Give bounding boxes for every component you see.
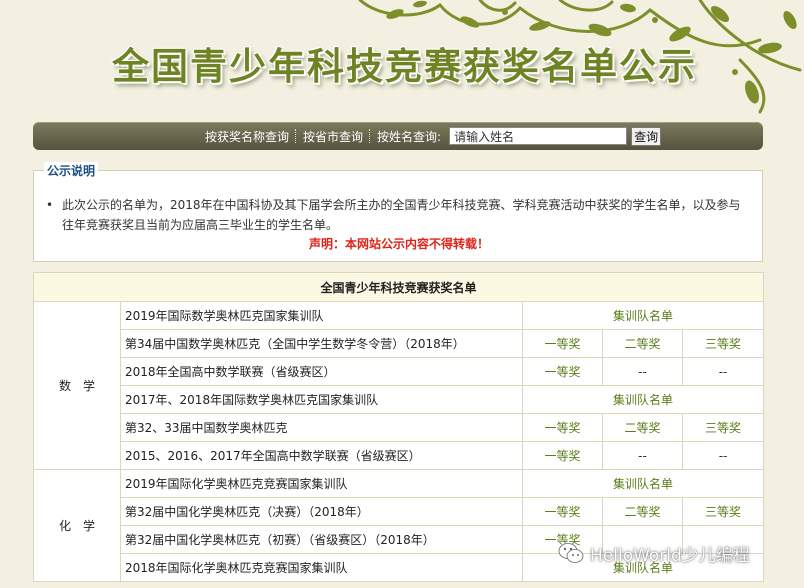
subject-cell: 数学 — [33, 301, 121, 470]
table-header-row: 全国青少年科技竞赛获奖名单 — [32, 272, 765, 302]
award-level-link-1[interactable]: 一等奖 — [522, 497, 603, 526]
wechat-icon — [558, 543, 584, 563]
awards-table: 全国青少年科技竞赛获奖名单 数学 2019年国际数学奥林匹克国家集训队 集训队名单第… — [32, 272, 765, 582]
notice-body: • 此次公示的名单为，2018年在中国科协及其下届学会所主办的全国青少年科技竞赛… — [46, 195, 746, 235]
award-level-link-2[interactable]: 二等奖 — [602, 329, 683, 358]
award-level-link-1[interactable]: 一等奖 — [522, 329, 603, 358]
competition-name: 第32届中国化学奥林匹克（决赛）（2018年） — [120, 497, 523, 526]
award-level-link-3[interactable]: 三等奖 — [681, 329, 765, 358]
competition-name: 第34届中国数学奥林匹克（全国中学生数学冬令营）（2018年） — [120, 329, 523, 358]
table-row: 化学 2019年国际化学奥林匹克竞赛国家集训队 集训队名单 — [33, 469, 765, 582]
search-bar: 按获奖名称查询 按省市查询 按姓名查询: 查询 — [33, 122, 763, 150]
table-row: 数学 2019年国际数学奥林匹克国家集训队 集训队名单 — [33, 301, 765, 470]
competition-name: 2018年全国高中数学联赛（省级赛区） — [120, 357, 523, 386]
subject-cell: 化学 — [33, 469, 121, 582]
award-level-link-1[interactable]: 一等奖 — [522, 413, 603, 442]
competition-name: 2019年国际化学奥林匹克竞赛国家集训队 — [120, 469, 523, 498]
watermark-text: HelloWorld少儿编程 — [590, 545, 750, 566]
name-query-label: 按姓名查询: — [377, 129, 442, 144]
team-list-link[interactable]: 集训队名单 — [521, 301, 765, 330]
table-header: 全国青少年科技竞赛获奖名单 — [32, 272, 765, 302]
table-row: 2017年、2018年国际数学奥林匹克国家集训队 集训队名单 — [34, 385, 765, 414]
competition-name: 第32届中国化学奥林匹克（初赛）（省级赛区）（2018年） — [120, 525, 523, 554]
competition-name: 2018年国际化学奥林匹克竞赛国家集训队 — [120, 553, 523, 582]
team-list-link[interactable]: 集训队名单 — [521, 469, 765, 498]
search-links: 按获奖名称查询 按省市查询 按姓名查询: 查询 — [205, 122, 662, 150]
award-level-link-1[interactable]: 一等奖 — [522, 357, 603, 386]
award-level-link-2[interactable]: 二等奖 — [602, 497, 683, 526]
award-level-link-1[interactable]: 一等奖 — [522, 441, 603, 470]
name-search-input[interactable] — [449, 127, 628, 145]
table-row: 第34届中国数学奥林匹克（全国中学生数学冬令营）（2018年） 一等奖 二等奖 三等奖 — [34, 329, 765, 358]
empty-cell: -- — [681, 357, 765, 386]
separator — [369, 129, 371, 143]
award-level-link-2[interactable]: 二等奖 — [602, 413, 683, 442]
query-by-award-link[interactable]: 按获奖名称查询 — [205, 128, 289, 145]
bullet-icon: • — [46, 198, 54, 212]
competition-name: 2015、2016、2017年全国高中数学联赛（省级赛区） — [120, 441, 523, 470]
query-by-city-link[interactable]: 按省市查询 — [303, 128, 363, 145]
notice-text: 此次公示的名单为，2018年在中国科协及其下届学会所主办的全国青少年科技竞赛、学… — [62, 198, 741, 232]
empty-cell: -- — [602, 441, 683, 470]
competition-name: 2017年、2018年国际数学奥林匹克国家集训队 — [120, 385, 523, 414]
competition-name: 第32、33届中国数学奥林匹克 — [120, 413, 523, 442]
watermark: HelloWorld少儿编程 — [558, 538, 750, 568]
reprint-warning: 声明：本网站公示内容不得转载！ — [308, 237, 489, 251]
award-level-link-3[interactable]: 三等奖 — [681, 413, 765, 442]
competition-name: 2019年国际数学奥林匹克国家集训队 — [120, 301, 523, 330]
table-row: 第32、33届中国数学奥林匹克 一等奖 二等奖 三等奖 — [34, 413, 765, 442]
empty-cell: -- — [681, 441, 765, 470]
page-title: 全国青少年科技竞赛获奖名单公示 — [112, 44, 697, 88]
banner: 全国青少年科技竞赛获奖名单公示 — [0, 0, 804, 122]
notice-legend: 公示说明 — [44, 162, 99, 179]
award-level-link-3[interactable]: 三等奖 — [681, 497, 765, 526]
empty-cell: -- — [602, 357, 683, 386]
table-row: 2018年全国高中数学联赛（省级赛区） 一等奖 -- -- — [34, 357, 765, 386]
table-row: 2015、2016、2017年全国高中数学联赛（省级赛区） 一等奖 -- -- — [34, 441, 765, 470]
search-button[interactable]: 查询 — [631, 126, 662, 146]
team-list-link[interactable]: 集训队名单 — [521, 385, 765, 414]
separator — [295, 129, 297, 143]
table-row: 第32届中国化学奥林匹克（决赛）（2018年） 一等奖 二等奖 三等奖 — [34, 497, 765, 526]
notice-box: 公示说明 • 此次公示的名单为，2018年在中国科协及其下届学会所主办的全国青少… — [33, 162, 763, 262]
